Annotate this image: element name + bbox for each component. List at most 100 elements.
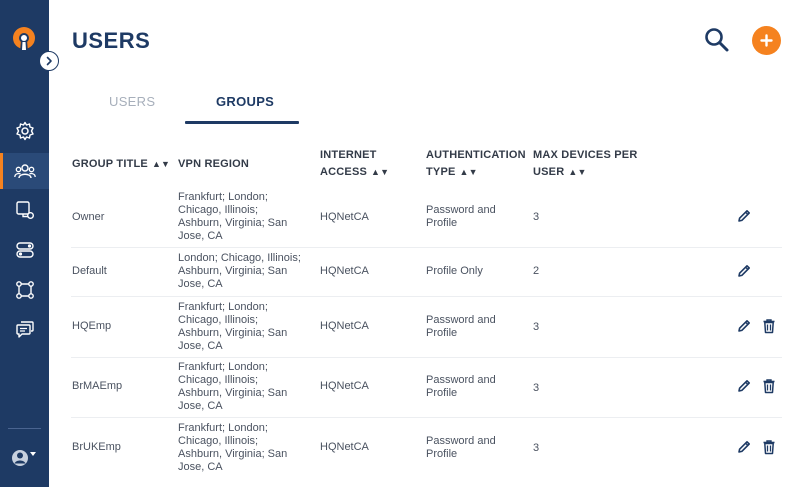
authentication-type: Profile Only <box>426 265 483 278</box>
search-button[interactable] <box>703 26 731 54</box>
users-icon <box>13 164 36 179</box>
column-header-group-title[interactable]: GROUP TITLE ▲▼ <box>72 156 170 173</box>
trash-icon[interactable] <box>761 378 777 394</box>
sort-icon: ▲▼ <box>151 159 171 169</box>
vpn-region: Frankfurt; London; Chicago, Illinois; As… <box>178 191 287 243</box>
tab-users[interactable]: USERS <box>109 94 155 109</box>
auth-line: Profile <box>426 327 458 339</box>
sidebar-divider <box>8 428 41 429</box>
max-devices: 3 <box>533 382 540 394</box>
vpn-region-line: Chicago, Illinois; <box>178 435 259 447</box>
chat-icon <box>15 321 34 338</box>
vpn-region: Frankfurt; London; Chicago, Illinois; As… <box>178 361 287 413</box>
expand-sidebar-button[interactable] <box>39 51 59 71</box>
sort-icon: ▲▼ <box>568 167 587 177</box>
authentication-type: Password and Profile <box>426 435 496 461</box>
authentication-type: Password and Profile <box>426 314 496 340</box>
add-group-button[interactable] <box>752 26 781 55</box>
auth-line: Profile <box>426 217 458 229</box>
sidebar-item-topology[interactable] <box>0 272 49 308</box>
nodes-icon <box>15 281 34 299</box>
vpn-region-line: London; Chicago, Illinois; <box>178 252 301 264</box>
sort-icon: ▲▼ <box>459 167 478 177</box>
max-devices: 3 <box>533 321 540 333</box>
group-title: BrMAEmp <box>72 380 123 392</box>
auth-line: Password and <box>426 314 496 326</box>
toggles-icon <box>15 242 34 258</box>
sidebar-item-networks[interactable] <box>0 192 49 228</box>
max-devices: 3 <box>533 211 540 223</box>
trash-icon[interactable] <box>761 318 777 334</box>
vpn-region-line: Chicago, Illinois; <box>178 374 259 386</box>
vpn-region: London; Chicago, Illinois; Ashburn, Virg… <box>178 252 301 291</box>
vpn-region-line: Jose, CA <box>178 400 223 412</box>
plus-icon <box>760 34 773 47</box>
column-header-max-devices[interactable]: MAX DEVICES PER USER ▲▼ <box>533 147 637 181</box>
column-header-label: TYPE <box>426 166 456 178</box>
auth-line: Password and <box>426 374 496 386</box>
vpn-region-line: Jose, CA <box>178 278 223 290</box>
tab-groups[interactable]: GROUPS <box>216 94 274 109</box>
edit-icon[interactable] <box>736 318 752 334</box>
trash-icon[interactable] <box>761 439 777 455</box>
edit-icon[interactable] <box>736 263 752 279</box>
edit-icon[interactable] <box>736 208 752 224</box>
column-header-label: MAX DEVICES PER <box>533 149 638 161</box>
column-header-label: VPN REGION <box>178 158 250 170</box>
vpn-region-line: Chicago, Illinois; <box>178 204 259 216</box>
max-devices: 3 <box>533 442 540 454</box>
vpn-region-line: Frankfurt; London; <box>178 191 268 203</box>
vpn-region-line: Ashburn, Virginia; San <box>178 448 288 460</box>
column-header-label: INTERNET <box>320 149 377 161</box>
vpn-region-line: Jose, CA <box>178 230 223 242</box>
group-title: BrUKEmp <box>72 441 121 453</box>
column-header-label: GROUP TITLE <box>72 158 148 170</box>
row-divider <box>71 417 782 418</box>
sidebar-item-users[interactable] <box>0 153 49 189</box>
internet-access: HQNetCA <box>320 380 369 392</box>
internet-access: HQNetCA <box>320 441 369 453</box>
vpn-region-line: Frankfurt; London; <box>178 422 268 434</box>
group-title: Owner <box>72 211 105 223</box>
sidebar-item-messages[interactable] <box>0 311 49 347</box>
sort-icon: ▲▼ <box>371 167 390 177</box>
vpn-region: Frankfurt; London; Chicago, Illinois; As… <box>178 422 287 474</box>
vpn-region-line: Ashburn, Virginia; San <box>178 217 288 229</box>
auth-line: Password and <box>426 204 496 216</box>
vpn-region-line: Chicago, Illinois; <box>178 314 259 326</box>
active-tab-indicator <box>185 121 299 124</box>
sidebar-item-settings[interactable] <box>0 113 49 149</box>
vpn-region-line: Frankfurt; London; <box>178 361 268 373</box>
vpn-region-line: Ashburn, Virginia; San <box>178 387 288 399</box>
page-title: USERS <box>72 28 151 53</box>
gear-icon <box>15 121 34 141</box>
network-icon <box>15 201 34 219</box>
max-devices: 2 <box>533 265 540 277</box>
internet-access: HQNetCA <box>320 211 369 223</box>
column-header-internet-access[interactable]: INTERNET ACCESS ▲▼ <box>320 147 389 181</box>
column-header-vpn-region: VPN REGION <box>178 156 249 173</box>
sidebar <box>0 0 49 487</box>
column-header-authentication-type[interactable]: AUTHENTICATION TYPE ▲▼ <box>426 147 526 181</box>
vpn-region-line: Frankfurt; London; <box>178 301 268 313</box>
vpn-region: Frankfurt; London; Chicago, Illinois; As… <box>178 301 287 353</box>
group-title: HQEmp <box>72 320 112 332</box>
vpn-region-line: Ashburn, Virginia; San <box>178 265 288 277</box>
column-header-label: USER <box>533 166 565 178</box>
row-divider <box>71 296 782 297</box>
edit-icon[interactable] <box>736 439 752 455</box>
main-content: USERS USERS GROUPS GROUP TITLE ▲▼ VPN REG… <box>49 0 800 487</box>
sidebar-item-access[interactable] <box>0 232 49 268</box>
authentication-type: Password and Profile <box>426 374 496 400</box>
internet-access: HQNetCA <box>320 265 369 277</box>
authentication-type: Password and Profile <box>426 204 496 230</box>
profile-menu[interactable] <box>10 447 40 469</box>
column-header-label: AUTHENTICATION <box>426 149 526 161</box>
openvpn-logo-icon <box>13 27 35 52</box>
edit-icon[interactable] <box>736 378 752 394</box>
auth-line: Profile Only <box>426 265 483 277</box>
row-divider <box>71 357 782 358</box>
vpn-region-line: Jose, CA <box>178 461 223 473</box>
internet-access: HQNetCA <box>320 320 369 332</box>
group-title: Default <box>72 265 107 277</box>
